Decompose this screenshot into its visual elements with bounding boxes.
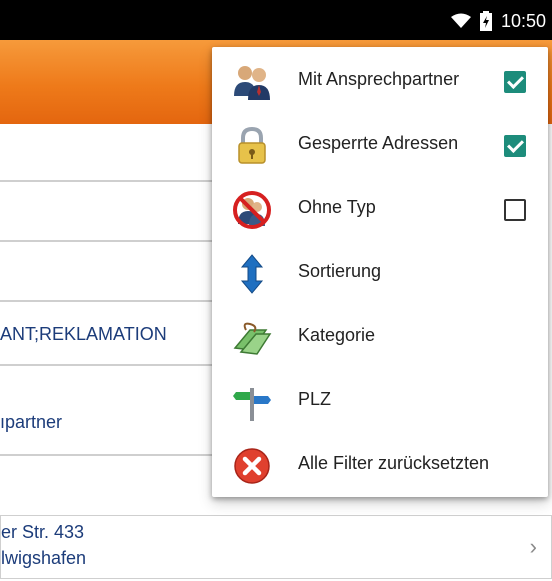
no-type-icon	[233, 191, 271, 229]
filter-menu: Mit Ansprechpartner Gesperrte Adressen O…	[212, 47, 548, 497]
menu-item-mit-ansprechpartner[interactable]: Mit Ansprechpartner	[212, 49, 548, 113]
address-street: er Str. 433	[1, 522, 85, 542]
signpost-icon	[233, 388, 271, 421]
status-bar: 10:50	[0, 0, 552, 40]
menu-item-sortierung[interactable]: Sortierung	[212, 241, 548, 305]
list-row-text: ıpartner	[0, 412, 63, 432]
menu-item-label: Gesperrte Adressen	[298, 133, 459, 153]
checkbox-ohne-typ[interactable]	[504, 199, 526, 221]
status-icons: 10:50	[450, 10, 546, 31]
menu-item-label: Sortierung	[298, 261, 382, 281]
sort-arrows-icon	[240, 254, 264, 294]
status-time: 10:50	[500, 10, 546, 31]
menu-item-plz[interactable]: PLZ	[212, 369, 548, 433]
menu-item-label: Kategorie	[298, 325, 376, 345]
menu-item-label: Mit Ansprechpartner	[298, 69, 460, 89]
lock-icon	[238, 126, 266, 164]
divider	[0, 364, 220, 366]
menu-item-ohne-typ[interactable]: Ohne Typ	[212, 177, 548, 241]
checkbox-gesperrte-adressen[interactable]	[504, 135, 526, 157]
battery-charging-icon	[479, 11, 492, 31]
address-card[interactable]: er Str. 433 lwigshafen ›	[0, 515, 552, 579]
category-tag-icon	[233, 322, 272, 355]
contact-persons-icon	[234, 66, 270, 100]
menu-item-kategorie[interactable]: Kategorie	[212, 305, 548, 369]
menu-item-alle-filter-zuruecksetzen[interactable]: Alle Filter zurücksetzten	[212, 433, 548, 497]
checkbox-mit-ansprechpartner[interactable]	[504, 71, 526, 93]
divider	[0, 454, 220, 456]
chevron-right-icon: ›	[529, 534, 537, 559]
list-row-text: ANT;REKLAMATION	[0, 324, 167, 344]
menu-item-gesperrte-adressen[interactable]: Gesperrte Adressen	[212, 113, 548, 177]
reset-filter-icon	[234, 448, 270, 484]
address-city: lwigshafen	[1, 548, 87, 568]
wifi-icon	[450, 13, 471, 28]
menu-item-label: Ohne Typ	[298, 197, 376, 217]
menu-item-label: PLZ	[298, 389, 332, 409]
menu-item-label: Alle Filter zurücksetzten	[298, 453, 490, 473]
